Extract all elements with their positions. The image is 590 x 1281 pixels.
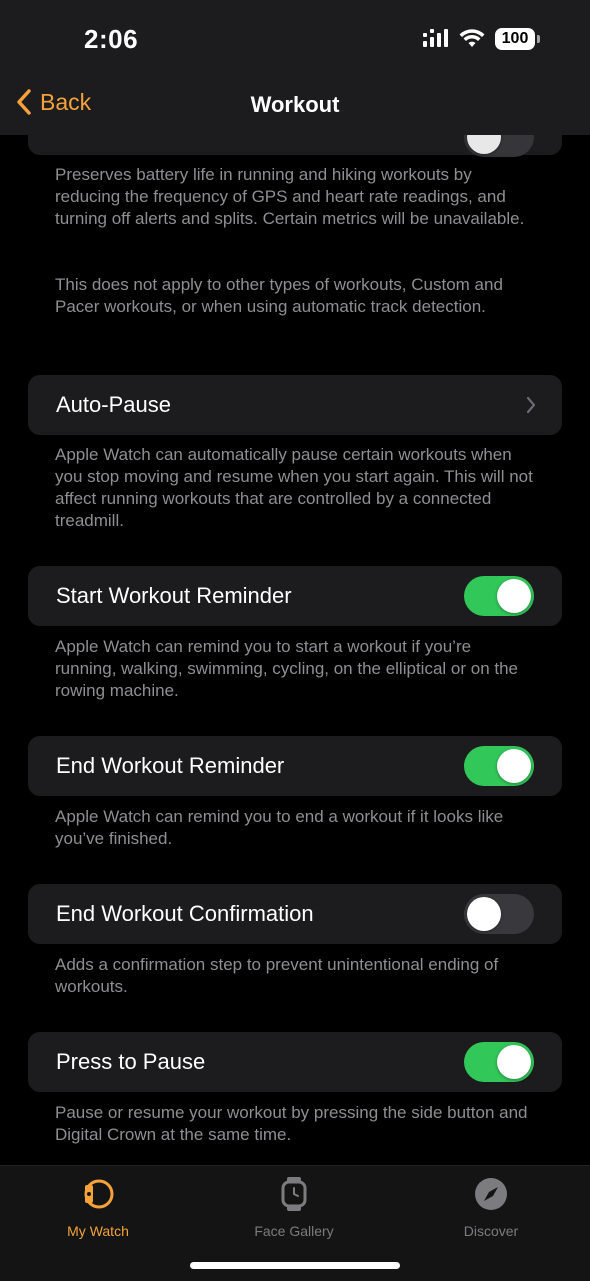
auto-pause-cell[interactable]: Auto-Pause [28,375,562,435]
end-workout-reminder-footer: Apple Watch can remind you to end a work… [55,807,504,848]
start-workout-reminder-toggle[interactable] [464,576,534,616]
battery-level: 100 [495,28,535,50]
wifi-icon [459,29,485,47]
tab-label: My Watch [67,1223,129,1239]
press-to-pause-label: Press to Pause [56,1049,206,1074]
end-workout-reminder-cell: End Workout Reminder [28,736,562,796]
status-time: 2:06 [84,24,139,54]
start-workout-reminder-label: Start Workout Reminder [56,583,292,608]
home-indicator[interactable] [190,1262,400,1269]
press-to-pause-cell: Press to Pause [28,1032,562,1092]
cellular-signal-icon [423,29,448,47]
tab-discover[interactable]: Discover [421,1176,561,1239]
low-power-footer-2: This does not apply to other types of wo… [55,275,503,316]
start-workout-reminder-cell: Start Workout Reminder [28,566,562,626]
auto-pause-footer: Apple Watch can automatically pause cert… [55,445,533,530]
end-workout-reminder-toggle[interactable] [464,746,534,786]
press-to-pause-toggle[interactable] [464,1042,534,1082]
toggle-knob [497,579,531,613]
page-title: Workout [250,92,340,117]
compass-icon [475,1178,507,1210]
battery-tip [537,35,540,43]
watch-face-icon [281,1177,307,1211]
settings-list[interactable]: Preserves battery life in running and hi… [0,0,590,1165]
tab-my-watch[interactable]: My Watch [28,1176,168,1239]
toggle-knob [497,749,531,783]
start-workout-reminder-footer: Apple Watch can remind you to start a wo… [55,637,519,700]
low-power-footer-1: Preserves battery life in running and hi… [55,165,525,228]
tab-label: Discover [463,1223,519,1239]
status-bar: 2:06 100 [0,0,590,80]
press-to-pause-footer: Pause or resume your workout by pressing… [55,1103,528,1144]
end-workout-confirmation-footer: Adds a confirmation step to prevent unin… [55,955,499,996]
watch-icon [84,1179,114,1209]
auto-pause-label: Auto-Pause [56,392,171,417]
battery-indicator: 100 [495,28,540,50]
tab-face-gallery[interactable]: Face Gallery [224,1176,364,1239]
chevron-right-icon [526,396,536,414]
status-icons: 100 [423,28,540,50]
end-workout-confirmation-label: End Workout Confirmation [56,901,314,926]
end-workout-confirmation-cell: End Workout Confirmation [28,884,562,944]
toggle-knob [467,897,501,931]
end-workout-confirmation-toggle[interactable] [464,894,534,934]
tab-label: Face Gallery [254,1223,334,1239]
end-workout-reminder-label: End Workout Reminder [56,753,285,778]
navigation-bar: Back Workout [0,80,590,135]
toggle-knob [497,1045,531,1079]
